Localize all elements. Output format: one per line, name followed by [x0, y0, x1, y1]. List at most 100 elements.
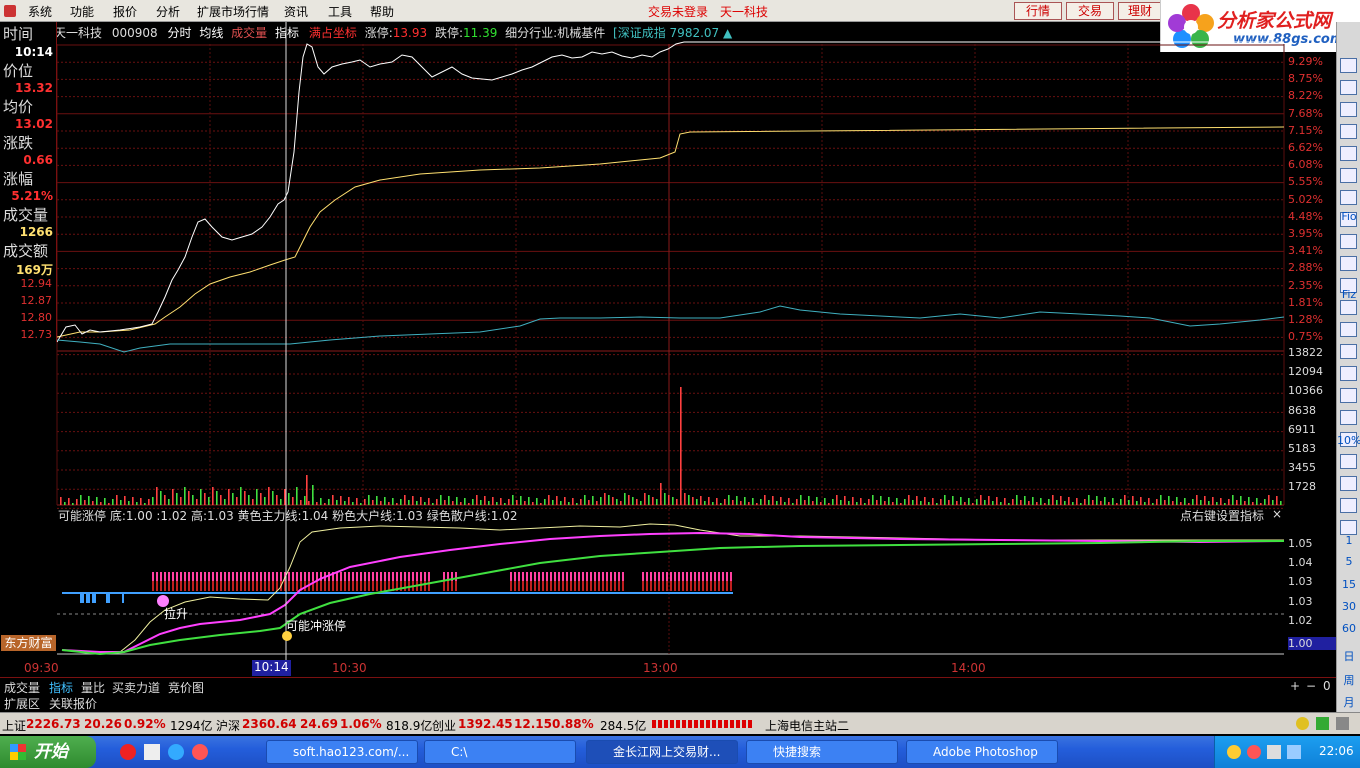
volume-bar: [472, 499, 474, 505]
volume-bar: [1248, 497, 1250, 505]
menu-info[interactable]: 资讯: [284, 3, 308, 20]
menu-ext-market[interactable]: 扩展市场行情: [197, 3, 269, 20]
volume-bar: [660, 483, 662, 505]
sidebar-period-10[interactable]: 周: [1337, 672, 1360, 688]
volume-bar: [744, 497, 746, 505]
volume-bars: [60, 387, 1282, 505]
task-photoshop[interactable]: Adobe Photoshop: [906, 740, 1058, 764]
menu-quote[interactable]: 报价: [113, 3, 137, 20]
sidebar-period-9[interactable]: 日: [1337, 648, 1360, 664]
remove-pane-button[interactable]: −: [1306, 679, 1316, 693]
sidebar-tool-icon[interactable]: [1340, 410, 1357, 425]
pct-value: 5.21%: [11, 189, 53, 203]
settings-icon[interactable]: [1336, 717, 1349, 730]
indicator-bar: [356, 572, 358, 581]
sidebar-tool-icon[interactable]: [1340, 476, 1357, 491]
connect-icon[interactable]: [1316, 717, 1329, 730]
sidebar-tool-icon[interactable]: [1340, 344, 1357, 359]
quicklaunch-music-icon[interactable]: [192, 744, 208, 760]
indicator-tick: 1.02: [1288, 614, 1313, 627]
sidebar-tool-icon[interactable]: [1340, 102, 1357, 117]
sidebar-tool-icon[interactable]: [1340, 498, 1357, 513]
task-trading-app[interactable]: 金长江网上交易财...: [586, 740, 738, 764]
quicklaunch-app-icon[interactable]: [120, 744, 136, 760]
tray-app-icon[interactable]: [1227, 745, 1241, 759]
trade-button[interactable]: 交易: [1066, 2, 1114, 20]
sz-change: 24.69: [300, 717, 338, 731]
tray-antivirus-icon[interactable]: [1247, 745, 1261, 759]
menu-function[interactable]: 功能: [70, 3, 94, 20]
indicator-bar: [534, 572, 536, 581]
sidebar-tool-icon[interactable]: [1340, 388, 1357, 403]
indicator-bar: [288, 572, 290, 581]
quicklaunch-ie-icon[interactable]: [168, 744, 184, 760]
indicator-bar: [316, 581, 318, 591]
quote-button[interactable]: 行情: [1014, 2, 1062, 20]
volume-bar: [1244, 501, 1246, 505]
sidebar-tool-icon[interactable]: [1340, 520, 1357, 535]
menu-tools[interactable]: 工具: [328, 3, 352, 20]
sidebar-tool-icon[interactable]: [1340, 454, 1357, 469]
start-button[interactable]: 开始: [0, 736, 96, 768]
reset-pane-button[interactable]: 0: [1323, 679, 1331, 693]
pct-tick: 6.62%: [1288, 141, 1323, 154]
sidebar-tool-icon[interactable]: [1340, 58, 1357, 73]
finance-button[interactable]: 理财: [1118, 2, 1162, 20]
sidebar-tool-icon[interactable]: [1340, 322, 1357, 337]
indicator-bar: [392, 572, 394, 581]
sidebar-period-1[interactable]: Fio: [1337, 210, 1360, 223]
volume-bar: [440, 495, 442, 505]
sidebar-tool-icon[interactable]: [1340, 366, 1357, 381]
volume-bar: [208, 497, 210, 505]
indicator-bar: [408, 572, 410, 581]
sidebar-period-8[interactable]: 60: [1337, 622, 1360, 635]
time-tick: 14:00: [951, 661, 986, 675]
task-explorer[interactable]: C:\: [424, 740, 576, 764]
volume-bar: [560, 501, 562, 505]
sidebar-period-11[interactable]: 月: [1337, 694, 1360, 710]
sidebar-tool-icon[interactable]: [1340, 234, 1357, 249]
sidebar-period-4[interactable]: 1: [1337, 534, 1360, 547]
sidebar-tool-icon[interactable]: [1340, 256, 1357, 271]
volume-bar: [696, 499, 698, 505]
smiley-icon[interactable]: [1296, 717, 1309, 730]
sidebar-period-3[interactable]: 10%: [1337, 434, 1360, 447]
add-pane-button[interactable]: +: [1290, 679, 1300, 693]
sidebar-period-6[interactable]: 15: [1337, 578, 1360, 591]
menu-help[interactable]: 帮助: [370, 3, 394, 20]
menu-system[interactable]: 系统: [28, 3, 52, 20]
broker-label[interactable]: 东方财富: [1, 635, 56, 651]
volume-bar: [1008, 503, 1010, 505]
indicator-bar: [574, 581, 576, 591]
volume-bar: [504, 503, 506, 505]
menu-analysis[interactable]: 分析: [156, 3, 180, 20]
task-quick-search[interactable]: 快捷搜索: [746, 740, 898, 764]
indicator-bar: [706, 572, 708, 581]
sidebar-period-5[interactable]: 5: [1337, 555, 1360, 568]
quicklaunch-desktop-icon[interactable]: [144, 744, 160, 760]
time-tick: 13:00: [643, 661, 678, 675]
indicator-close-button[interactable]: ×: [1272, 507, 1282, 521]
sidebar-tool-icon[interactable]: [1340, 146, 1357, 161]
indicator-bar: [400, 572, 402, 581]
tray-network-icon[interactable]: [1287, 745, 1301, 759]
sidebar-tool-icon[interactable]: [1340, 124, 1357, 139]
sidebar-period-2[interactable]: Fiz: [1337, 288, 1360, 301]
tab-ext-area[interactable]: 扩展区: [4, 695, 40, 712]
pct-tick: 4.48%: [1288, 209, 1323, 223]
indicator-bar: [360, 572, 362, 581]
sidebar-tool-icon[interactable]: [1340, 300, 1357, 315]
volume-bar: [884, 501, 886, 505]
sidebar-tool-icon[interactable]: [1340, 80, 1357, 95]
volume-bar: [920, 501, 922, 505]
indicator-bar: [172, 581, 174, 591]
task-browser[interactable]: soft.hao123.com/...: [266, 740, 418, 764]
sidebar-tool-icon[interactable]: [1340, 190, 1357, 205]
bottom-tabs: 成交量 指标 量比 买卖力道 竞价图 + − 0: [0, 677, 1336, 695]
sidebar-period-7[interactable]: 30: [1337, 600, 1360, 613]
tray-shield-icon[interactable]: [1267, 745, 1281, 759]
volume-bar: [1252, 502, 1254, 505]
tab-related-quote[interactable]: 关联报价: [49, 695, 97, 712]
sidebar-tool-icon[interactable]: [1340, 168, 1357, 183]
indicator-bar: [256, 572, 258, 581]
